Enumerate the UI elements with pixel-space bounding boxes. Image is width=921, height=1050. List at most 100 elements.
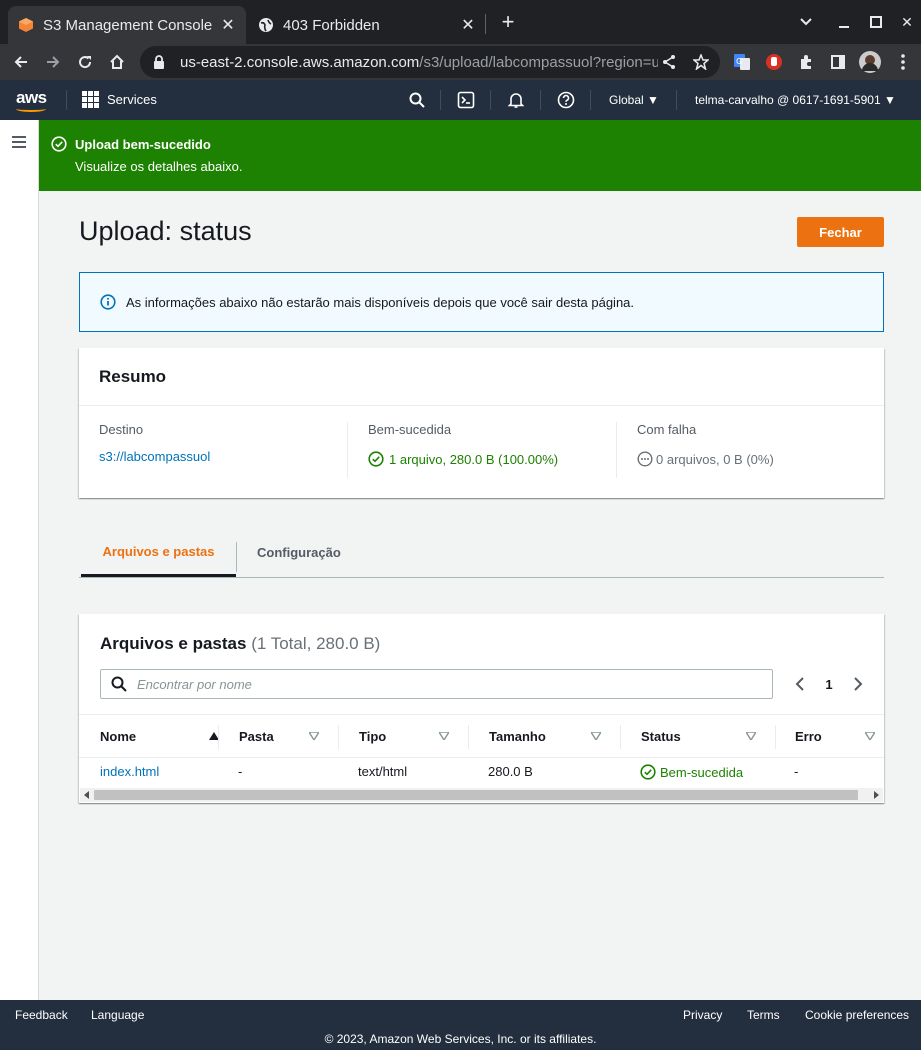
search-input[interactable]: Encontrar por nome (100, 669, 773, 699)
succeeded-label: Bem-sucedida (368, 422, 452, 437)
url-host: us-east-2.console.aws.amazon.com (180, 53, 420, 71)
kebab-menu-icon[interactable] (889, 48, 917, 76)
next-page-icon[interactable] (848, 674, 868, 694)
profile-avatar[interactable] (856, 48, 884, 76)
home-icon[interactable] (103, 48, 131, 76)
column-header-name[interactable]: Nome (100, 715, 219, 757)
stop-hand-icon[interactable] (760, 48, 788, 76)
scroll-left-arrow-icon[interactable] (84, 791, 89, 799)
browser-tab-title: 403 Forbidden (283, 16, 380, 34)
check-circle-icon (368, 451, 384, 467)
lock-icon[interactable] (152, 55, 166, 69)
sort-caret-icon[interactable] (864, 730, 876, 742)
tab-files-and-folders[interactable]: Arquivos e pastas (81, 528, 236, 577)
new-tab-icon[interactable]: + (496, 9, 520, 34)
sort-caret-icon[interactable] (590, 730, 602, 742)
nav-divider (676, 90, 677, 110)
nav-divider (490, 90, 491, 110)
info-alert: As informações abaixo não estarão mais d… (79, 272, 884, 332)
aws-logo-text: aws (16, 88, 47, 107)
help-icon[interactable] (556, 90, 576, 110)
summary-container: Resumo Destino s3://labcompassuol Bem-su… (79, 348, 884, 498)
cookie-preferences-link[interactable]: Cookie preferences (805, 1008, 909, 1022)
back-icon[interactable] (7, 48, 35, 76)
success-flash-banner: Upload bem-sucedido Visualize os detalhe… (39, 120, 921, 191)
file-name-link[interactable]: index.html (100, 764, 159, 779)
close-window-icon[interactable]: ✕ (895, 10, 919, 34)
files-title-text: Arquivos e pastas (100, 634, 247, 653)
column-divider (338, 725, 339, 749)
search-placeholder: Encontrar por nome (137, 676, 252, 692)
file-status-text: Bem-sucedida (660, 764, 744, 780)
browser-tab-s3-console[interactable]: S3 Management Console ✕ (8, 6, 246, 44)
google-translate-icon[interactable]: G (728, 48, 756, 76)
address-bar[interactable]: us-east-2.console.aws.amazon.com/s3/uplo… (140, 46, 720, 78)
check-circle-icon (640, 764, 656, 780)
files-table-container: Arquivos e pastas (1 Total, 280.0 B) Enc… (79, 614, 884, 803)
failed-text: 0 arquivos, 0 B (0%) (656, 451, 774, 467)
cloudshell-icon[interactable] (456, 90, 476, 110)
scroll-right-arrow-icon[interactable] (874, 791, 879, 799)
column-divider (468, 725, 469, 749)
summary-succeeded: Bem-sucedida 1 arquivo, 280.0 B (100.00%… (368, 422, 558, 480)
maximize-icon[interactable] (864, 10, 888, 34)
search-icon[interactable] (407, 90, 427, 110)
column-header-type[interactable]: Tipo (359, 715, 468, 757)
succeeded-value: 1 arquivo, 280.0 B (100.00%) (368, 451, 558, 467)
close-button[interactable]: Fechar (797, 217, 884, 247)
services-menu[interactable]: Services (82, 91, 157, 108)
column-divider (616, 422, 617, 478)
language-link[interactable]: Language (91, 1008, 144, 1022)
reload-icon[interactable] (71, 48, 99, 76)
region-selector[interactable]: Global ▼ (609, 93, 659, 107)
aws-logo[interactable]: aws (16, 88, 47, 112)
destination-label: Destino (99, 422, 144, 437)
nav-divider (540, 90, 541, 110)
file-error: - (794, 764, 799, 779)
sort-caret-icon[interactable] (308, 730, 320, 742)
terms-link[interactable]: Terms (747, 1008, 780, 1022)
tab-configuration[interactable]: Configuração (237, 528, 361, 577)
previous-page-icon[interactable] (790, 674, 810, 694)
summary-destination: Destino s3://labcompassuol (99, 422, 210, 480)
share-icon[interactable] (661, 54, 677, 70)
browser-tab-403[interactable]: 403 Forbidden ✕ (250, 6, 486, 44)
column-header-label: Tipo (359, 728, 387, 744)
current-page[interactable]: 1 (810, 677, 848, 692)
close-tab-icon[interactable]: ✕ (456, 13, 480, 37)
column-divider (347, 422, 348, 478)
column-header-status[interactable]: Status (641, 715, 775, 757)
account-label: telma-carvalho @ 0617-1691-5901 (695, 93, 881, 107)
side-panel-icon[interactable] (824, 48, 852, 76)
summary-failed: Com falha 0 arquivos, 0 B (0%) (637, 422, 774, 480)
privacy-link[interactable]: Privacy (683, 1008, 722, 1022)
bookmark-star-icon[interactable] (692, 52, 710, 71)
account-menu[interactable]: telma-carvalho @ 0617-1691-5901 ▼ (695, 93, 896, 107)
extensions-puzzle-icon[interactable] (792, 48, 820, 76)
scrollbar-thumb[interactable] (94, 790, 858, 800)
notifications-bell-icon[interactable] (506, 90, 526, 110)
column-header-label: Erro (795, 728, 822, 744)
sort-caret-icon[interactable] (745, 730, 757, 742)
sort-caret-icon[interactable] (438, 730, 450, 742)
close-tab-icon[interactable]: ✕ (216, 13, 240, 37)
destination-link[interactable]: s3://labcompassuol (99, 449, 210, 464)
globe-icon (258, 17, 274, 33)
hamburger-menu-icon[interactable] (12, 136, 26, 148)
check-circle-icon (51, 136, 67, 152)
console-footer: Feedback Language Privacy Terms Cookie p… (0, 1000, 921, 1050)
column-header-size[interactable]: Tamanho (489, 715, 620, 757)
forward-icon[interactable] (39, 48, 67, 76)
succeeded-text: 1 arquivo, 280.0 B (100.00%) (389, 451, 559, 467)
column-divider (620, 725, 621, 749)
feedback-link[interactable]: Feedback (15, 1008, 68, 1022)
search-icon (111, 676, 127, 692)
failed-label: Com falha (637, 422, 697, 437)
column-header-error[interactable]: Erro (795, 715, 884, 757)
summary-title: Resumo (79, 348, 884, 406)
column-header-folder[interactable]: Pasta (239, 715, 338, 757)
column-header-label: Pasta (239, 728, 274, 744)
minimize-icon[interactable] (832, 10, 856, 34)
horizontal-scrollbar[interactable] (80, 788, 883, 802)
chevron-down-icon[interactable] (794, 10, 818, 34)
